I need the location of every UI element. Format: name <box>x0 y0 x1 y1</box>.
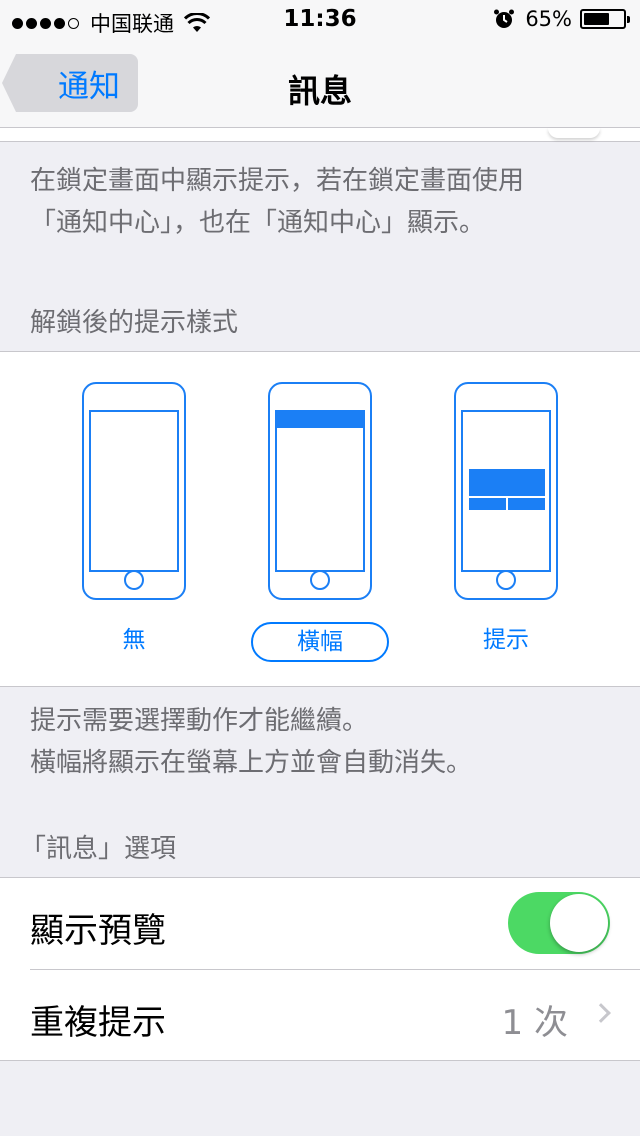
alert-footer-line-1: 提示需要選擇動作才能繼續。 <box>30 706 369 736</box>
lock-screen-footer: 在鎖定畫面中顯示提示，若在鎖定畫面使用 「通知中心」，也在「通知中心」顯示。 <box>30 160 620 244</box>
navigation-bar: 通知 訊息 <box>0 40 640 128</box>
home-button-icon <box>310 570 330 590</box>
repeat-alert-value: 1 次 <box>501 1003 568 1043</box>
style-option-banner[interactable]: 橫幅 <box>250 382 390 662</box>
alert-box-button <box>508 498 545 510</box>
page-title: 訊息 <box>287 72 352 110</box>
partial-settings-group <box>0 128 640 142</box>
phone-screen <box>461 410 551 572</box>
lock-footer-line-2: 「通知中心」，也在「通知中心」顯示。 <box>30 208 486 238</box>
chevron-right-icon <box>591 1003 611 1023</box>
style-label-banner[interactable]: 橫幅 <box>251 622 389 662</box>
battery-percent: 65% <box>525 7 572 31</box>
home-button-icon <box>496 570 516 590</box>
alert-footer-line-2: 橫幅將顯示在螢幕上方並會自動消失。 <box>30 748 473 778</box>
alert-box-button <box>469 498 506 510</box>
battery-tip <box>627 16 630 23</box>
phone-screen <box>275 410 365 572</box>
battery-fill <box>584 13 609 25</box>
banner-bar-icon <box>277 412 363 428</box>
phone-banner-icon <box>268 382 372 600</box>
style-label-alert[interactable]: 提示 <box>439 622 573 662</box>
battery-icon <box>580 9 630 29</box>
options-group: 顯示預覽 重複提示 1 次 <box>0 877 640 1061</box>
alert-style-panel: 無 橫幅 提示 <box>0 351 640 687</box>
lock-footer-line-1: 在鎖定畫面中顯示提示，若在鎖定畫面使用 <box>30 166 525 196</box>
style-label-none[interactable]: 無 <box>79 622 190 662</box>
show-preview-row: 顯示預覽 <box>0 878 640 970</box>
partial-toggle-knob <box>548 128 600 138</box>
phone-screen <box>89 410 179 572</box>
toggle-knob <box>550 894 608 952</box>
status-right: 65% <box>493 7 630 31</box>
show-preview-toggle[interactable] <box>508 892 610 954</box>
alert-style-footer: 提示需要選擇動作才能繼續。 橫幅將顯示在螢幕上方並會自動消失。 <box>30 700 620 784</box>
style-option-none[interactable]: 無 <box>64 382 204 662</box>
alarm-icon <box>494 9 515 28</box>
options-header: 「訊息」選項 <box>20 834 177 864</box>
style-option-alert[interactable]: 提示 <box>436 382 576 662</box>
repeat-alert-row[interactable]: 重複提示 1 次 <box>0 970 640 1061</box>
home-button-icon <box>124 570 144 590</box>
phone-alert-icon <box>454 382 558 600</box>
phone-none-icon <box>82 382 186 600</box>
alert-box-body <box>469 469 545 496</box>
alert-style-header: 解鎖後的提示樣式 <box>30 308 239 338</box>
repeat-alert-label: 重複提示 <box>30 1003 166 1043</box>
show-preview-label: 顯示預覽 <box>30 911 166 951</box>
alert-box-buttons <box>469 498 545 510</box>
alert-box-icon <box>469 469 545 511</box>
status-bar: 中国联通 11:36 65% <box>0 0 640 40</box>
